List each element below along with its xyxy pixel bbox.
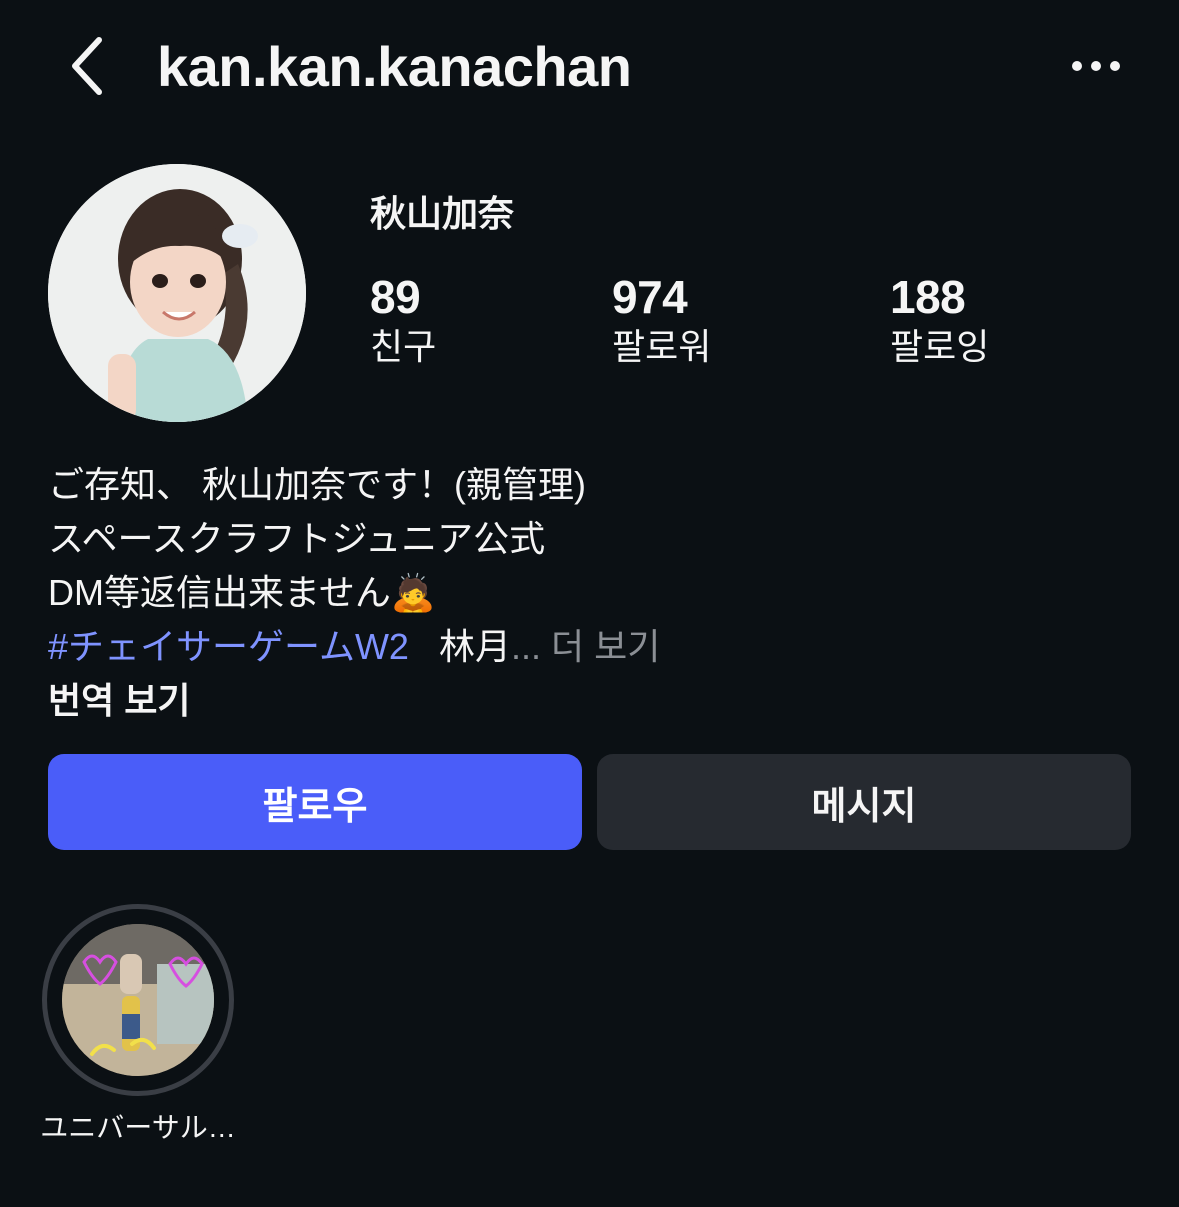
message-button[interactable]: 메시지 [597,754,1131,850]
bio: ご存知、 秋山加奈です！(親管理) スペースクラフトジュニア公式 DM等返信出来… [48,458,1138,728]
highlight-thumbnail [62,924,214,1076]
profile-page: kan.kan.kanachan 秋山加奈 89 친구 974 팔로워 188 … [0,0,1179,1207]
follow-button[interactable]: 팔로우 [48,754,582,850]
chevron-left-icon [72,37,102,95]
see-translation-link[interactable]: 번역 보기 [48,674,1138,728]
hashtag-link[interactable]: #チェイサーゲームW2 [48,626,409,667]
bio-line-2: スペースクラフトジュニア公式 [48,518,546,559]
more-options-button[interactable] [1058,40,1134,92]
display-name: 秋山加奈 [370,193,515,234]
bio-ellipsis: ... [510,626,541,667]
highlight-label[interactable]: ユニバーサル… [20,1108,256,1148]
bio-line-3-text: DM等返信出来ません [48,572,391,613]
bio-line-1: ご存知、 秋山加奈です！(親管理) [48,464,586,505]
more-horizontal-icon [1072,61,1082,71]
following-stat[interactable]: 188 팔로잉 [890,270,989,370]
back-button[interactable] [52,28,122,104]
followers-count: 974 [612,271,688,323]
following-count: 188 [890,271,966,323]
followers-stat[interactable]: 974 팔로워 [612,270,711,370]
friends-stat[interactable]: 89 친구 [370,270,436,370]
story-highlight[interactable] [42,904,234,1096]
bio-line-4-text: 林月 [438,626,511,667]
friends-count: 89 [370,271,421,323]
bowing-person-emoji: 🙇 [390,572,436,613]
see-more-link[interactable]: 더 보기 [551,626,660,667]
friends-label: 친구 [370,326,437,367]
avatar[interactable] [48,164,306,422]
bio-line-4: #チェイサーゲームW2 林月... 더 보기 [48,620,1138,674]
followers-label: 팔로워 [612,326,712,367]
bio-line-3: DM等返信出来ません🙇 [48,566,1138,620]
page-title-username: kan.kan.kanachan [157,35,632,98]
avatar-image [48,164,306,422]
following-label: 팔로잉 [890,326,990,367]
